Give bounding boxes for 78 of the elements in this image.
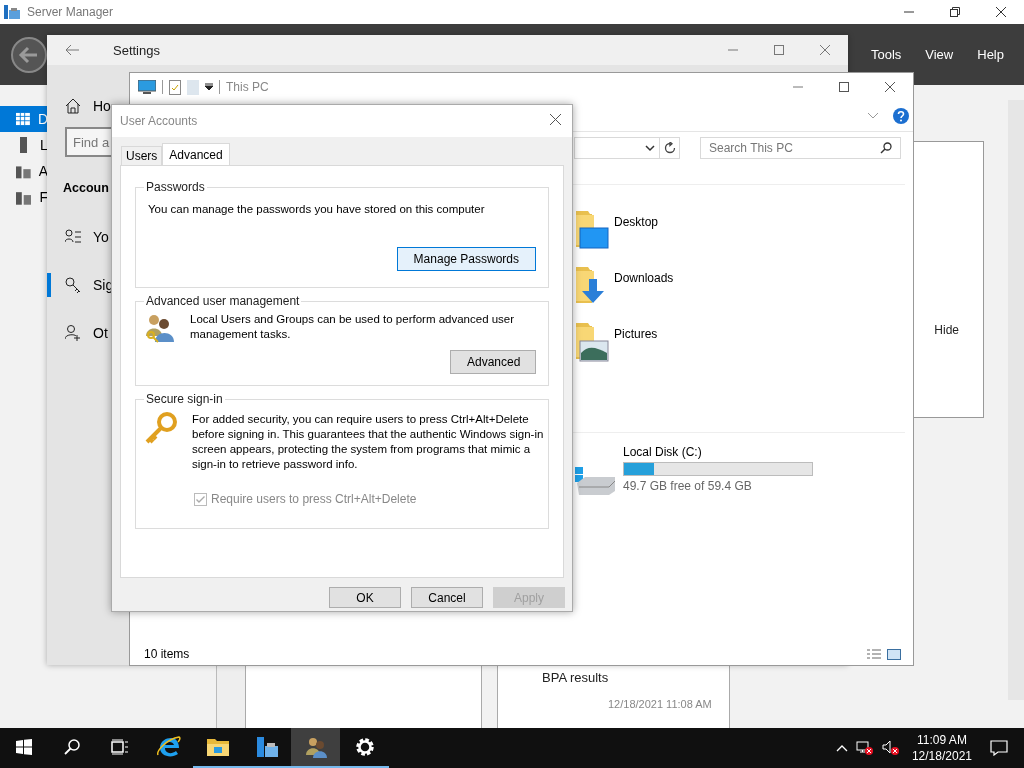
description-text: You can manage the passwords you have stored on this computer — [148, 202, 486, 217]
nav-item[interactable]: A — [0, 158, 48, 184]
tile-timestamp: 12/18/2021 11:08 AM — [608, 698, 713, 710]
help-icon[interactable] — [893, 108, 909, 124]
servers-icon — [16, 163, 31, 179]
folder-name[interactable]: Desktop — [614, 215, 659, 229]
nav-item[interactable]: F — [0, 184, 48, 210]
tab[interactable]: Advanced — [162, 143, 230, 165]
window-title: Settings — [113, 42, 160, 58]
close-icon[interactable] — [996, 7, 1006, 17]
add-person-icon — [65, 325, 81, 341]
maximize-icon[interactable] — [839, 82, 849, 92]
network-error-icon[interactable] — [855, 740, 874, 756]
search-field[interactable]: Search This PC — [700, 137, 901, 159]
home-link[interactable]: Ho — [65, 96, 111, 116]
speaker-muted-icon[interactable] — [881, 740, 900, 756]
key-icon — [144, 412, 178, 446]
window-title: User Accounts — [120, 114, 198, 128]
group-title: Secure sign-in — [145, 392, 224, 406]
dialog-button[interactable]: Cancel — [411, 587, 483, 608]
windows-logo-icon[interactable] — [16, 739, 32, 755]
window-title: This PC — [226, 80, 269, 94]
nav-item[interactable]: L — [0, 132, 48, 158]
nav-item[interactable]: D — [0, 106, 48, 132]
drive-space-text: 49.7 GB free of 59.4 GB — [623, 479, 753, 493]
dialog-button[interactable]: OK — [329, 587, 401, 608]
grid-icon — [16, 111, 30, 127]
browser-e-icon — [156, 735, 181, 759]
close-icon[interactable] — [885, 82, 895, 92]
servers-icon — [16, 189, 32, 205]
search-field[interactable]: Find a — [65, 127, 111, 157]
desktop-folder-icon — [574, 211, 610, 251]
users-icon — [303, 735, 328, 759]
description-text: For added security, you can require users to press Ctrl+Alt+Delete before signing in. This guarantees that the authentic Windows sign-in screen appears, protecting the system from programs that mimic a sign-in to retrieve password info. — [192, 412, 544, 472]
home-icon — [65, 98, 81, 114]
clock[interactable]: 11:09 AM 12/18/2021 — [911, 732, 972, 764]
notification-icon[interactable] — [990, 740, 1008, 756]
tab[interactable]: Users — [121, 146, 163, 165]
drive-name[interactable]: Local Disk (C:) — [623, 445, 813, 459]
tile-title: BPA results — [542, 670, 610, 685]
window-title: Server Manager — [27, 5, 114, 19]
menu-item[interactable]: Help — [965, 39, 1016, 70]
section-heading: Accoun — [63, 181, 109, 195]
restore-icon[interactable] — [950, 7, 960, 17]
refresh-button[interactable] — [660, 137, 680, 159]
description-text: Local Users and Groups can be used to perform advanced user management tasks. — [190, 312, 516, 342]
properties-icon[interactable] — [169, 79, 181, 95]
server-manager-icon — [3, 4, 21, 20]
pictures-folder-icon — [574, 323, 610, 363]
manage-passwords-button[interactable]: Manage Passwords — [396, 247, 536, 271]
hide-button[interactable]: Hide — [928, 321, 965, 338]
computer-icon — [138, 80, 156, 94]
back-icon[interactable] — [10, 35, 48, 74]
chevron-up-icon[interactable] — [835, 744, 848, 752]
dropdown-icon[interactable] — [205, 83, 213, 91]
search-icon — [880, 142, 892, 154]
person-list-icon — [65, 229, 81, 245]
server-icon — [254, 735, 279, 759]
large-icons-view-icon[interactable] — [887, 648, 901, 660]
folder-name[interactable]: Downloads — [614, 271, 674, 285]
users-icon — [144, 312, 176, 344]
menu-item[interactable]: View — [913, 39, 966, 70]
close-icon[interactable] — [549, 114, 561, 125]
chevron-down-icon[interactable] — [645, 144, 655, 152]
refresh-icon — [663, 142, 676, 154]
group-title: Passwords — [145, 180, 206, 194]
back-arrow-icon[interactable] — [65, 44, 79, 56]
menu-item[interactable]: Tools — [858, 39, 914, 70]
group-title: Advanced user management — [145, 294, 301, 308]
status-text: 10 items — [144, 647, 190, 661]
task-view-icon[interactable] — [111, 739, 129, 755]
maximize-icon[interactable] — [774, 45, 784, 55]
settings-nav-item[interactable]: Ot — [47, 321, 111, 345]
search-icon[interactable] — [64, 739, 80, 755]
settings-nav-item[interactable]: Yo — [47, 225, 111, 249]
folder-name[interactable]: Pictures — [614, 327, 658, 341]
advanced-button[interactable]: Advanced — [450, 350, 536, 374]
key-icon — [65, 277, 81, 293]
